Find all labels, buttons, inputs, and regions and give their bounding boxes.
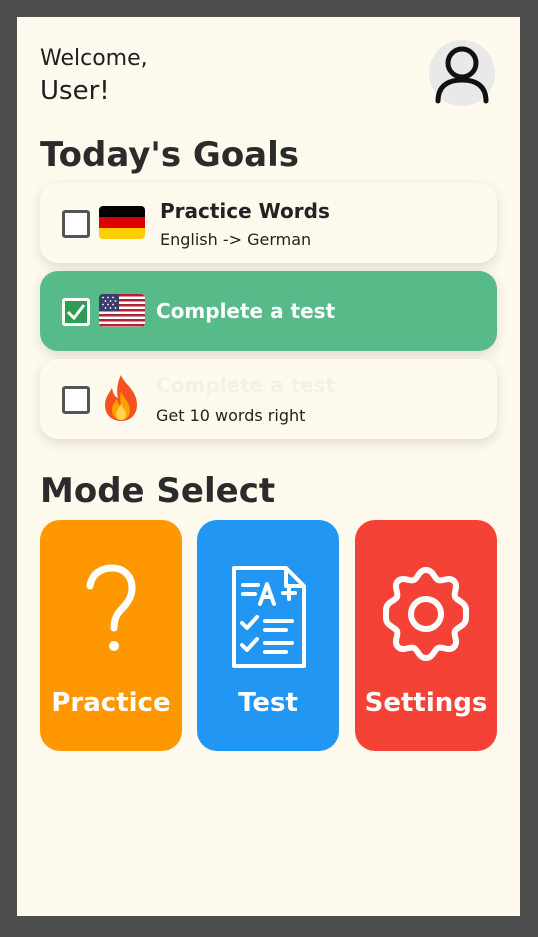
goal-item-practice-words[interactable]: Practice Words English -> German xyxy=(40,183,497,263)
profile-avatar-button[interactable] xyxy=(429,40,495,106)
flame-icon xyxy=(105,375,137,421)
test-mode-label: Test xyxy=(238,688,298,718)
user-icon xyxy=(435,46,489,104)
test-mode-button[interactable]: Test xyxy=(197,520,339,751)
checkmark-icon xyxy=(66,304,86,321)
welcome-username: User! xyxy=(40,76,110,106)
welcome-message: Welcome, User! xyxy=(40,43,148,107)
settings-mode-button[interactable]: Settings xyxy=(355,520,497,751)
app-screen: Welcome, User! Today's Goals Practice Wo… xyxy=(17,17,520,916)
welcome-greeting: Welcome, xyxy=(40,46,148,71)
mode-select-heading: Mode Select xyxy=(40,471,276,511)
goal-checkbox-checked[interactable] xyxy=(62,298,90,326)
gear-icon xyxy=(383,567,469,661)
goal-checkbox[interactable] xyxy=(62,210,90,238)
goal-item-complete-test[interactable]: Complete a test xyxy=(40,271,497,351)
goals-heading: Today's Goals xyxy=(40,135,300,175)
goal-title: Practice Words xyxy=(160,199,330,223)
test-document-icon xyxy=(232,566,306,668)
us-flag-icon xyxy=(99,294,145,327)
settings-mode-label: Settings xyxy=(364,688,488,718)
practice-mode-button[interactable]: Practice xyxy=(40,520,182,751)
practice-mode-label: Practice xyxy=(51,688,171,718)
goal-subtitle: Get 10 words right xyxy=(156,406,306,425)
goal-item-words-right[interactable]: Complete a test Get 10 words right xyxy=(40,359,497,439)
goal-checkbox[interactable] xyxy=(62,386,90,414)
question-mark-icon xyxy=(86,564,136,651)
goal-subtitle: English -> German xyxy=(160,230,312,249)
goal-title: Complete a test xyxy=(156,373,336,397)
german-flag-icon xyxy=(99,206,145,239)
goal-title: Complete a test xyxy=(156,299,336,323)
